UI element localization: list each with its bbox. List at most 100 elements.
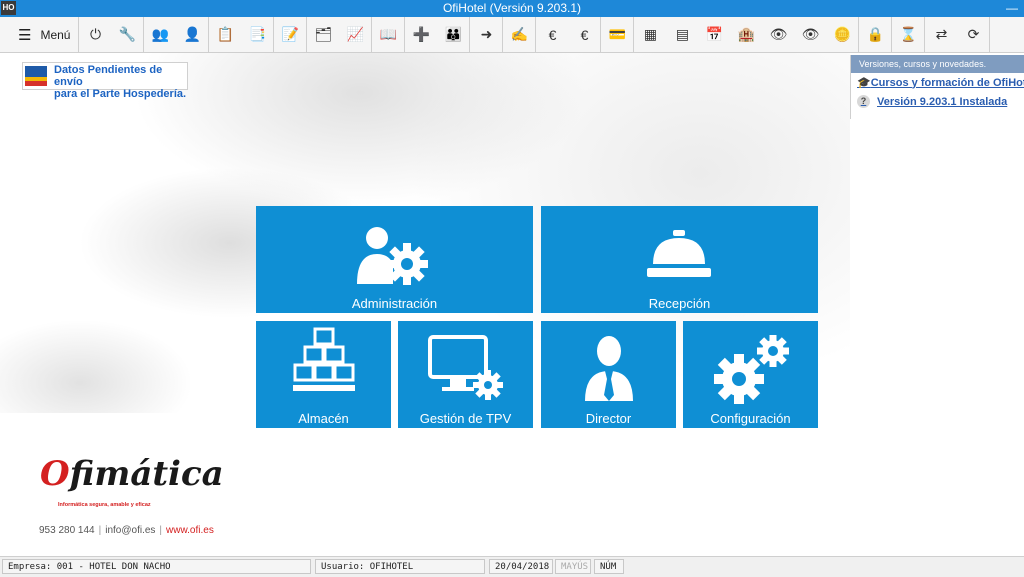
tile-almacen[interactable]: Almacén: [256, 321, 391, 428]
view-coins-button[interactable]: 👁: [794, 17, 826, 52]
ofimatica-logo: Ofimática Informática segura, amable y e…: [38, 452, 224, 512]
director-person-icon: [585, 336, 633, 401]
toolbar-group: 💳: [601, 17, 635, 52]
doc-transfer-icon: ⇄: [935, 26, 948, 42]
group-guests-button[interactable]: 👪: [437, 17, 469, 52]
tools-icon: 🔧: [118, 26, 137, 42]
stack-edit-button[interactable]: 🗂: [307, 17, 339, 52]
chart-button[interactable]: 📈: [339, 17, 371, 52]
help-icon: ?: [857, 95, 870, 108]
contact-info: 953 280 144 | info@ofi.es | www.ofi.es: [39, 525, 214, 536]
status-bar: Empresa: 001 - HOTEL DON NACHO Usuario: …: [0, 556, 1024, 577]
edit-document-icon: 📝: [281, 26, 300, 42]
tile-recepcion[interactable]: Recepción: [541, 206, 818, 313]
contact-phone: 953 280 144: [39, 525, 95, 536]
euro-up-button[interactable]: €: [568, 17, 600, 52]
sign-document-button[interactable]: ✍: [503, 17, 535, 52]
table-edit-icon: ▤: [675, 26, 690, 42]
building-lock-button[interactable]: 🏨: [730, 17, 762, 52]
monitor-gear-icon: [428, 335, 503, 400]
window-title: OfiHotel (Versión 9.203.1): [442, 1, 582, 15]
doc-sync-icon: ⟳: [967, 26, 980, 42]
card-check-icon: 💳: [608, 26, 627, 42]
power-button[interactable]: ⏻: [79, 17, 111, 52]
toolbar-group: 👥 👤: [144, 17, 210, 52]
add-clients-button[interactable]: 👥: [144, 17, 176, 52]
checkin-button[interactable]: ➕: [405, 17, 437, 52]
stack-edit-icon: 🗂: [314, 26, 333, 42]
table-icon: ▦: [643, 26, 658, 42]
calendar-icon: 📅: [705, 26, 724, 42]
toolbar-group: ➜: [470, 17, 504, 52]
toolbar-group: ✍: [503, 17, 537, 52]
news-item-courses[interactable]: 🎓 Cursos y formación de OfiHotel: [851, 73, 1024, 92]
tile-gestion-tpv[interactable]: Gestión de TPV: [398, 321, 533, 428]
group-guests-icon: 👪: [444, 26, 463, 42]
calendar-button[interactable]: 📅: [698, 17, 730, 52]
news-panel: Versiones, cursos y novedades. 🎓 Cursos …: [850, 55, 1024, 119]
menu-button[interactable]: ☰ Menú: [0, 17, 80, 52]
news-item-label: Cursos y formación de OfiHotel: [870, 76, 1024, 89]
notice-line-1: Datos Pendientes de envío: [54, 64, 163, 88]
add-user-button[interactable]: 👤: [176, 17, 208, 52]
view-coins-icon: 👁: [801, 26, 820, 42]
edit-document-button[interactable]: 📝: [274, 17, 306, 52]
tile-label: Recepción: [648, 296, 711, 311]
tile-configuracion[interactable]: Configuración: [683, 321, 818, 428]
book-button[interactable]: 📖: [372, 17, 404, 52]
toolbar-group: 📖: [372, 17, 406, 52]
news-item-label: Versión 9.203.1 Instalada: [877, 95, 1008, 108]
tools-button[interactable]: 🔧: [111, 17, 143, 52]
tile-label: Director: [585, 411, 632, 426]
toolbar-group: € €: [536, 17, 602, 52]
tile-label: Administración: [351, 296, 438, 311]
toolbar-group: ⏻ 🔧: [79, 17, 145, 52]
contact-email[interactable]: info@ofi.es: [105, 525, 155, 536]
add-user-icon: 👤: [183, 26, 202, 42]
book-icon: 📖: [379, 26, 398, 42]
documents-icon: 📋: [216, 26, 235, 42]
tile-administracion[interactable]: Administración: [256, 206, 533, 313]
pending-data-notice[interactable]: Datos Pendientes de envío para el Parte …: [22, 62, 188, 100]
admin-user-gear-icon: [357, 227, 428, 285]
status-num: NÚM: [594, 559, 624, 574]
warehouse-boxes-icon: [293, 327, 355, 391]
hospitality-report-icon: [25, 66, 47, 86]
document-transfer-icon: 📑: [248, 26, 267, 42]
building-lock-icon: 🏨: [737, 26, 756, 42]
coins-button[interactable]: 🪙: [826, 17, 858, 52]
table-edit-button[interactable]: ▤: [666, 17, 698, 52]
status-empresa: Empresa: 001 - HOTEL DON NACHO: [2, 559, 311, 574]
hamburger-icon: ☰: [18, 26, 32, 44]
euro-up-icon: €: [580, 26, 589, 43]
graduation-cap-icon: 🎓: [857, 77, 871, 89]
doc-sync-button[interactable]: ⟳: [957, 17, 989, 52]
contact-website[interactable]: www.ofi.es: [166, 525, 214, 536]
hourglass-button[interactable]: ⌛: [892, 17, 924, 52]
euro-down-button[interactable]: €: [536, 17, 568, 52]
tile-label: Almacén: [298, 411, 349, 426]
checkout-button[interactable]: ➜: [470, 17, 502, 52]
news-header: Versiones, cursos y novedades.: [851, 55, 1024, 73]
brand-name: Ofimática: [40, 454, 224, 494]
tile-label: Configuración: [710, 411, 791, 426]
hourglass-icon: ⌛: [899, 26, 918, 42]
euro-down-icon: €: [548, 26, 557, 43]
news-item-version[interactable]: ? Versión 9.203.1 Instalada: [851, 92, 1024, 111]
card-check-button[interactable]: 💳: [601, 17, 633, 52]
minimize-button[interactable]: —: [1006, 0, 1018, 17]
menu-label: Menú: [40, 27, 71, 42]
tile-director[interactable]: Director: [541, 321, 676, 428]
view-documents-button[interactable]: 👁: [762, 17, 794, 52]
power-icon: ⏻: [89, 26, 102, 42]
document-transfer-button[interactable]: 📑: [241, 17, 273, 52]
notice-line-2: para el Parte Hospedería.: [54, 88, 187, 100]
documents-button[interactable]: 📋: [209, 17, 241, 52]
toolbar-group: ⇄ ⟳: [925, 17, 991, 52]
checkout-icon: ➜: [480, 26, 493, 42]
main-toolbar: ☰ Menú ⏻ 🔧 👥 👤 📋 📑 📝 🗂 📈 📖 ➕ 👪 ➜ ✍ € € 💳 ▦ ▤ 📅 🏨 👁 👁 🪙 🔒 ⌛ ⇄ ⟳: [0, 17, 1024, 53]
lock-icon: 🔒: [866, 26, 885, 42]
lock-button[interactable]: 🔒: [859, 17, 891, 52]
doc-transfer-button[interactable]: ⇄: [925, 17, 957, 52]
table-button[interactable]: ▦: [634, 17, 666, 52]
